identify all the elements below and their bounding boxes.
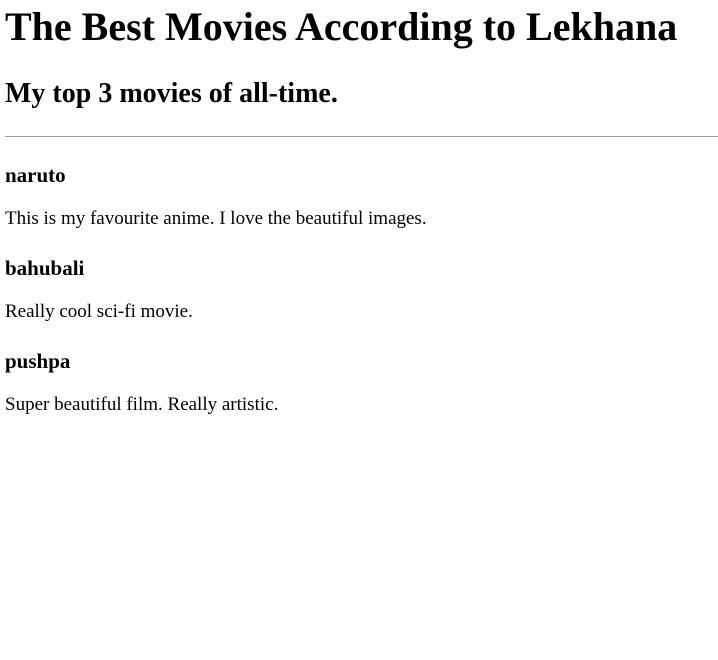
movie-description: Really cool sci-fi movie.	[5, 301, 193, 322]
movie-list: naruto This is my favourite anime. I lov…	[5, 161, 713, 416]
page-subtitle: My top 3 movies of all-time.	[5, 78, 338, 109]
movie-title: naruto	[5, 163, 66, 187]
movie-entry: bahubali Really cool sci-fi movie.	[5, 254, 713, 323]
page-content: The Best Movies According to Lekhana My …	[0, 0, 718, 416]
divider	[5, 136, 718, 137]
movie-description: This is my favourite anime. I love the b…	[5, 208, 427, 229]
movie-entry: pushpa Super beautiful film. Really arti…	[5, 347, 713, 416]
movie-title: bahubali	[5, 256, 85, 280]
movie-entry: naruto This is my favourite anime. I lov…	[5, 161, 713, 230]
movie-title: pushpa	[5, 349, 71, 373]
movie-description: Super beautiful film. Really artistic.	[5, 394, 279, 415]
page-title: The Best Movies According to Lekhana	[5, 4, 678, 49]
